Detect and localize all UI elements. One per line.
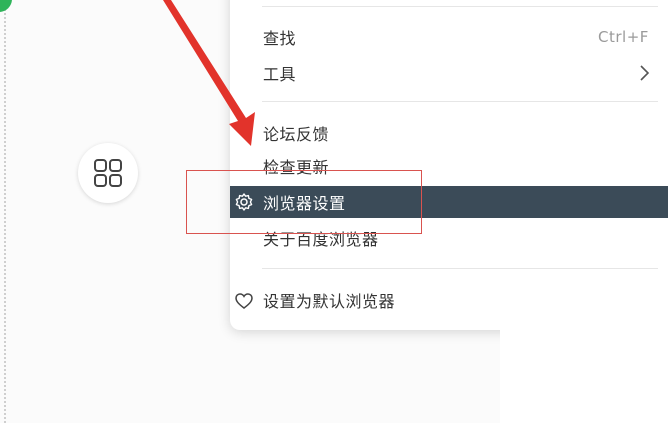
annotation-arrow-icon <box>163 0 255 146</box>
screenshot-stage: 查找 Ctrl+F 工具 论坛反馈 检查更新 浏览器设置 关于百度浏览器 设置为… <box>0 0 668 423</box>
